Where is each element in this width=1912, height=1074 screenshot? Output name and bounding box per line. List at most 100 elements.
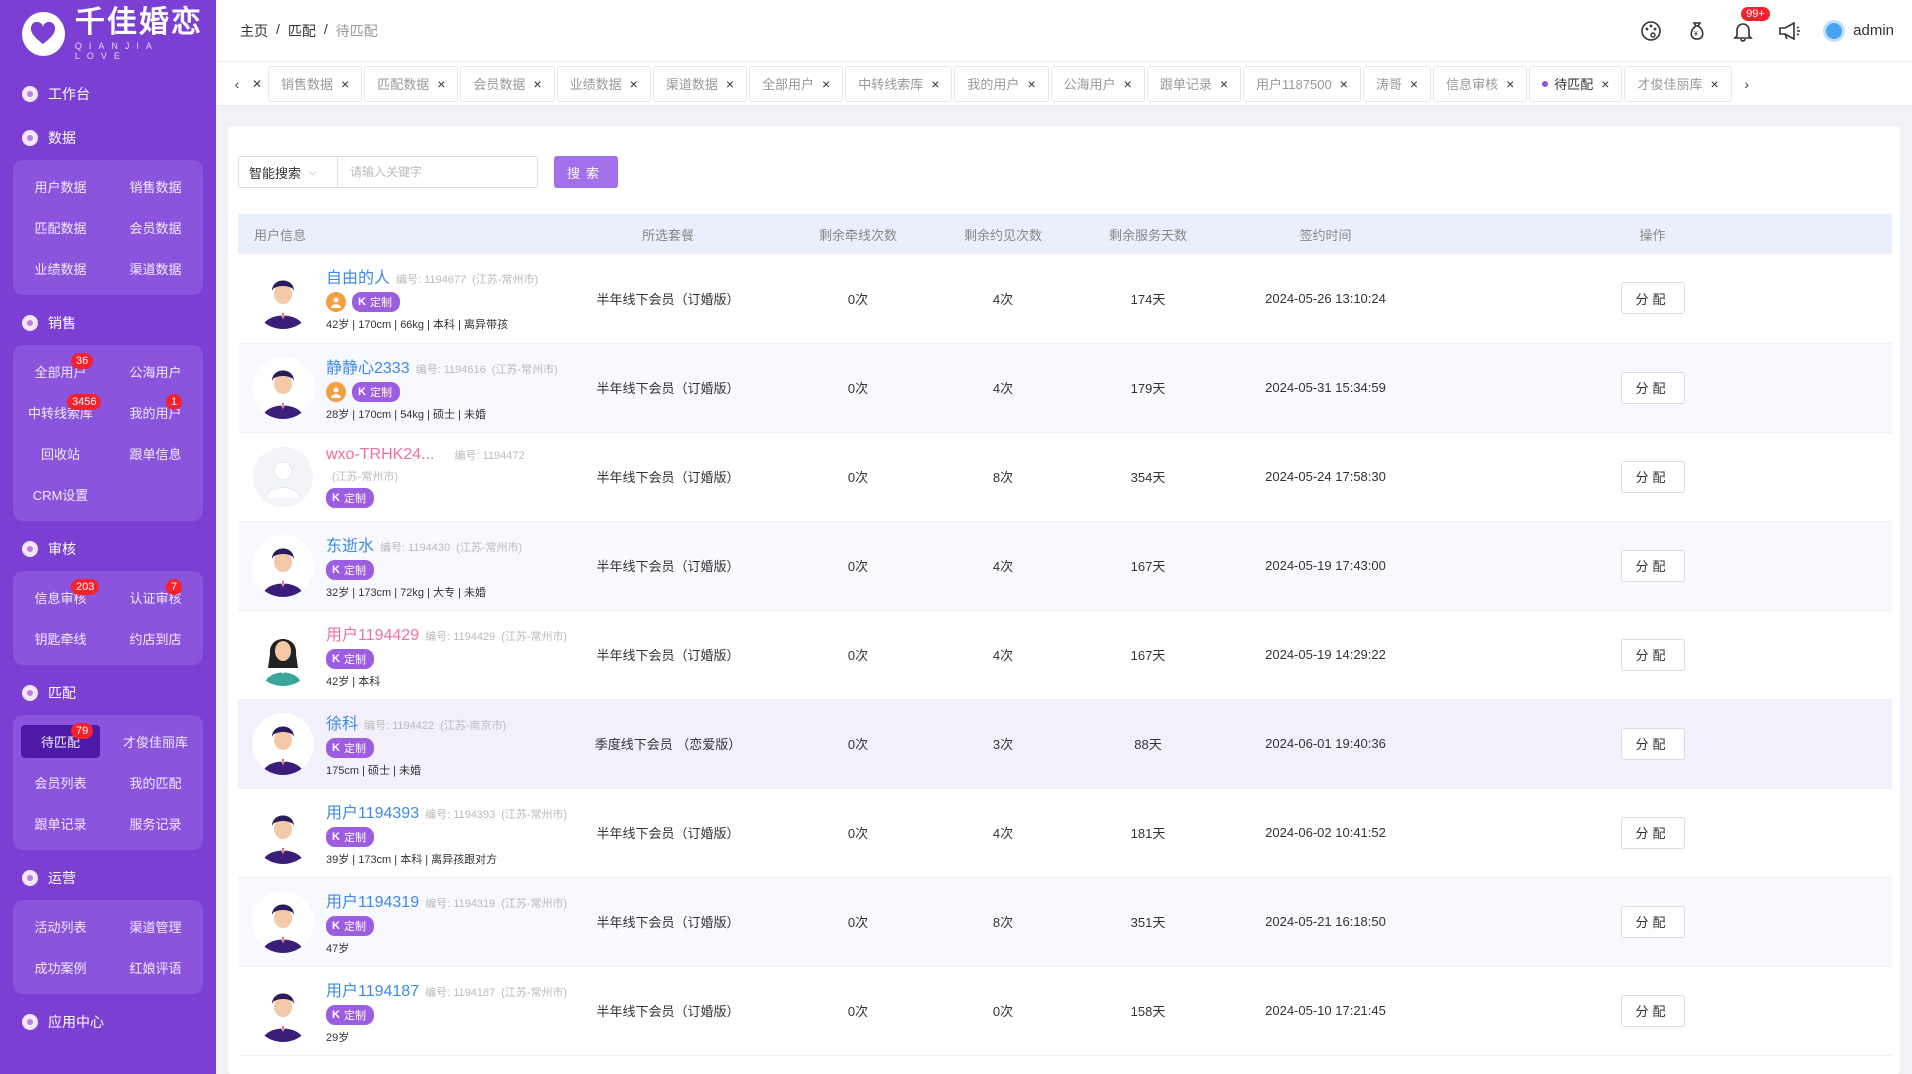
sidebar-item[interactable]: 活动列表: [13, 906, 108, 947]
assign-button[interactable]: 分配: [1620, 460, 1685, 493]
tab-item[interactable]: 渠道数据 ×: [652, 65, 748, 102]
close-icon[interactable]: ×: [437, 76, 445, 92]
user-menu[interactable]: admin: [1823, 19, 1894, 42]
sidebar-item[interactable]: 红娘评语: [108, 947, 203, 988]
tab-item[interactable]: 全部用户 ×: [749, 65, 844, 102]
avatar[interactable]: [252, 623, 314, 686]
table-row[interactable]: 东逝水 编号: 1194430 (江苏-常州市) K 定制 32岁 | 173cm |…: [238, 521, 1892, 610]
search-button[interactable]: 搜索: [554, 156, 618, 188]
sidebar-item[interactable]: 全部用户 36: [13, 351, 108, 392]
close-icon[interactable]: ×: [726, 76, 734, 92]
table-row[interactable]: wxo-TRHK24... 编号: 1194472 (江苏-常州市) K 定制 半年线…: [238, 432, 1892, 521]
brand-logo[interactable]: 千佳婚恋 QIANJIA LOVE: [0, 0, 216, 68]
user-name[interactable]: 自由的人: [326, 264, 390, 288]
tabs-scroll-left-icon[interactable]: ‹: [228, 76, 246, 92]
breadcrumb-home[interactable]: 主页: [240, 21, 268, 41]
sidebar-item[interactable]: 回收站: [13, 433, 108, 474]
close-icon[interactable]: ×: [341, 76, 349, 92]
user-name[interactable]: 用户1194187: [326, 977, 419, 1001]
close-icon[interactable]: ×: [1506, 76, 1514, 92]
tab-item[interactable]: 跟单记录 ×: [1146, 65, 1242, 102]
sidebar-item[interactable]: 会员数据: [108, 207, 203, 248]
sidebar-item[interactable]: 信息审核 203: [13, 577, 108, 618]
avatar[interactable]: [252, 712, 314, 775]
sidebar-item[interactable]: 会员列表: [13, 762, 108, 803]
close-icon[interactable]: ×: [1410, 76, 1418, 92]
nav-group-header[interactable]: 匹配: [0, 671, 216, 715]
tab-item[interactable]: 会员数据 ×: [460, 65, 555, 102]
assign-button[interactable]: 分配: [1620, 905, 1685, 938]
sidebar-item[interactable]: 业绩数据: [13, 248, 108, 289]
search-type-select[interactable]: 智能搜索 ⌵: [238, 156, 338, 188]
bell-icon[interactable]: 99+: [1731, 6, 1770, 43]
avatar[interactable]: [252, 979, 314, 1042]
sidebar-item[interactable]: 成功案例: [13, 947, 108, 988]
close-icon[interactable]: ×: [1220, 76, 1228, 92]
sidebar-item[interactable]: 渠道管理: [108, 906, 203, 947]
close-icon[interactable]: ×: [822, 76, 830, 92]
user-name[interactable]: 静静心2333: [326, 354, 410, 378]
avatar[interactable]: [252, 445, 314, 508]
user-name[interactable]: wxo-TRHK24...: [326, 446, 434, 464]
tab-item[interactable]: 中转线索库 ×: [845, 65, 953, 102]
user-name[interactable]: 东逝水: [326, 532, 374, 556]
sidebar-item[interactable]: 公海用户: [108, 351, 203, 392]
close-icon[interactable]: ×: [1340, 76, 1348, 92]
close-icon[interactable]: ×: [630, 76, 638, 92]
close-icon[interactable]: ×: [1711, 76, 1719, 92]
nav-group-header[interactable]: 销售: [0, 301, 216, 345]
money-bag-icon[interactable]: ¥: [1685, 19, 1709, 43]
sidebar-item[interactable]: 渠道数据: [108, 248, 203, 289]
assign-button[interactable]: 分配: [1620, 549, 1685, 582]
table-row[interactable]: 自由的人 编号: 1194677 (江苏-常州市) K 定制 42岁 | 170cm …: [238, 254, 1892, 343]
nav-group-header[interactable]: 审核: [0, 527, 216, 571]
user-name[interactable]: 用户1194429: [326, 621, 419, 645]
sidebar-item[interactable]: 跟单记录: [13, 803, 108, 844]
sidebar-item[interactable]: 用户数据: [13, 166, 108, 207]
tab-item[interactable]: 待匹配 ×: [1529, 65, 1623, 102]
sidebar-item[interactable]: 才俊佳丽库: [108, 721, 203, 762]
sidebar-item[interactable]: 销售数据: [108, 166, 203, 207]
nav-group-header[interactable]: 数据: [0, 116, 216, 160]
sidebar-item[interactable]: 约店到店: [108, 618, 203, 659]
sidebar-item[interactable]: 认证审核 7: [108, 577, 203, 618]
avatar[interactable]: [252, 534, 314, 597]
avatar[interactable]: [252, 356, 314, 419]
assign-button[interactable]: 分配: [1620, 994, 1685, 1027]
avatar[interactable]: [252, 890, 314, 953]
sidebar-item[interactable]: 匹配数据: [13, 207, 108, 248]
sidebar-item[interactable]: 钥匙牵线: [13, 618, 108, 659]
tabs-scroll-right-icon[interactable]: ›: [1738, 76, 1756, 92]
sidebar-item[interactable]: 服务记录: [108, 803, 203, 844]
close-icon[interactable]: ×: [1601, 76, 1609, 92]
nav-app-center[interactable]: 应用中心: [0, 1000, 216, 1044]
table-row[interactable]: 用户1194319 编号: 1194319 (江苏-常州市) K 定制 47岁 半年线…: [238, 877, 1892, 966]
table-row[interactable]: 用户1194393 编号: 1194393 (江苏-常州市) K 定制 39岁 | 1…: [238, 788, 1892, 877]
close-icon[interactable]: ×: [1027, 76, 1035, 92]
table-row[interactable]: 用户1194429 编号: 1194429 (江苏-常州市) K 定制 42岁 | 本…: [238, 610, 1892, 699]
assign-button[interactable]: 分配: [1620, 816, 1685, 849]
tab-item[interactable]: 信息审核 ×: [1433, 65, 1528, 102]
assign-button[interactable]: 分配: [1620, 638, 1685, 671]
nav-group-header[interactable]: 运营: [0, 856, 216, 900]
close-icon[interactable]: ×: [533, 76, 541, 92]
sidebar-item[interactable]: 中转线索库 3456: [13, 392, 108, 433]
sidebar-item[interactable]: 我的用户 1: [108, 392, 203, 433]
tab-item[interactable]: 业绩数据 ×: [556, 65, 651, 102]
search-input[interactable]: [338, 156, 538, 188]
user-name[interactable]: 用户1194319: [326, 888, 419, 912]
table-row[interactable]: 静静心2333 编号: 1194616 (江苏-常州市) K 定制 28岁 | 170…: [238, 343, 1892, 432]
user-name[interactable]: 用户1194393: [326, 799, 419, 823]
nav-workbench[interactable]: 工作台: [0, 72, 216, 116]
tab-item[interactable]: 匹配数据 ×: [364, 65, 459, 102]
assign-button[interactable]: 分配: [1620, 727, 1685, 760]
close-all-icon[interactable]: ✕: [248, 77, 266, 91]
tab-item[interactable]: 公海用户 ×: [1050, 65, 1145, 102]
close-icon[interactable]: ×: [1124, 76, 1132, 92]
sidebar-item[interactable]: 跟单信息: [108, 433, 203, 474]
sidebar-item[interactable]: 待匹配 79: [13, 721, 108, 762]
avatar[interactable]: [252, 801, 314, 864]
tab-item[interactable]: 才俊佳丽库 ×: [1624, 65, 1732, 102]
tab-item[interactable]: 销售数据 ×: [268, 65, 363, 102]
user-name[interactable]: 徐科: [326, 710, 358, 734]
